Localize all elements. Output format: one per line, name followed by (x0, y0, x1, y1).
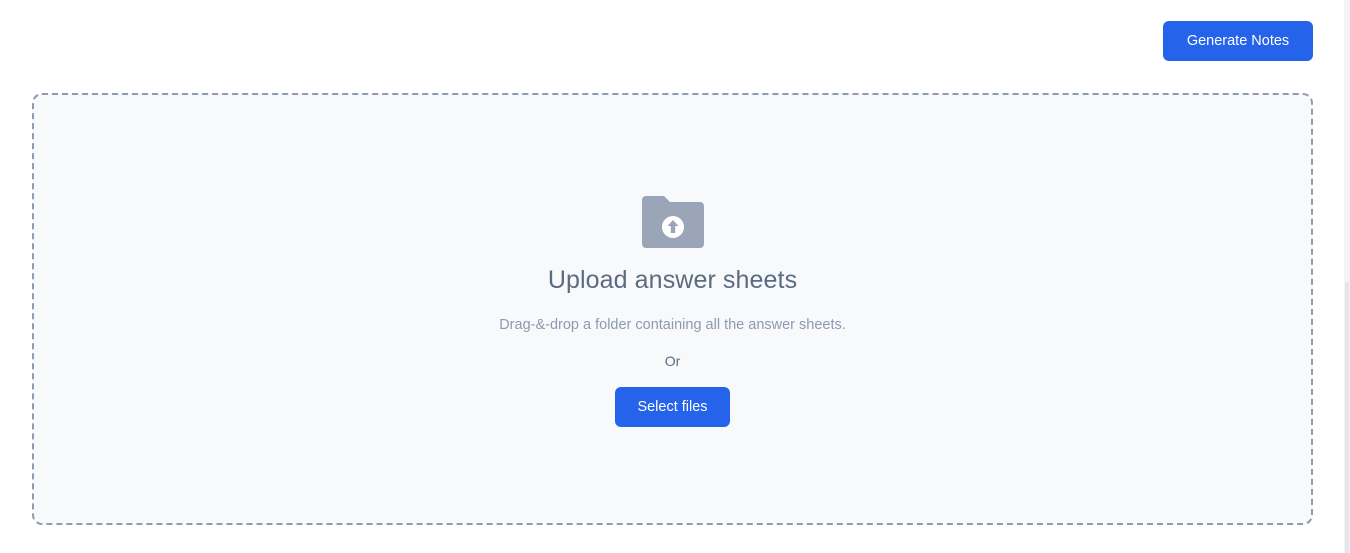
scrollbar-thumb[interactable] (1345, 282, 1349, 553)
generate-notes-button[interactable]: Generate Notes (1163, 21, 1313, 61)
upload-dropzone[interactable]: Upload answer sheets Drag-&-drop a folde… (32, 93, 1313, 525)
upload-title: Upload answer sheets (547, 266, 798, 294)
upload-description: Drag-&-drop a folder containing all the … (499, 317, 846, 333)
or-separator: Or (664, 353, 681, 369)
page: Generate Notes Upload answer sheets Drag… (0, 0, 1350, 553)
folder-upload-icon (642, 196, 704, 248)
select-files-button[interactable]: Select files (615, 387, 730, 427)
